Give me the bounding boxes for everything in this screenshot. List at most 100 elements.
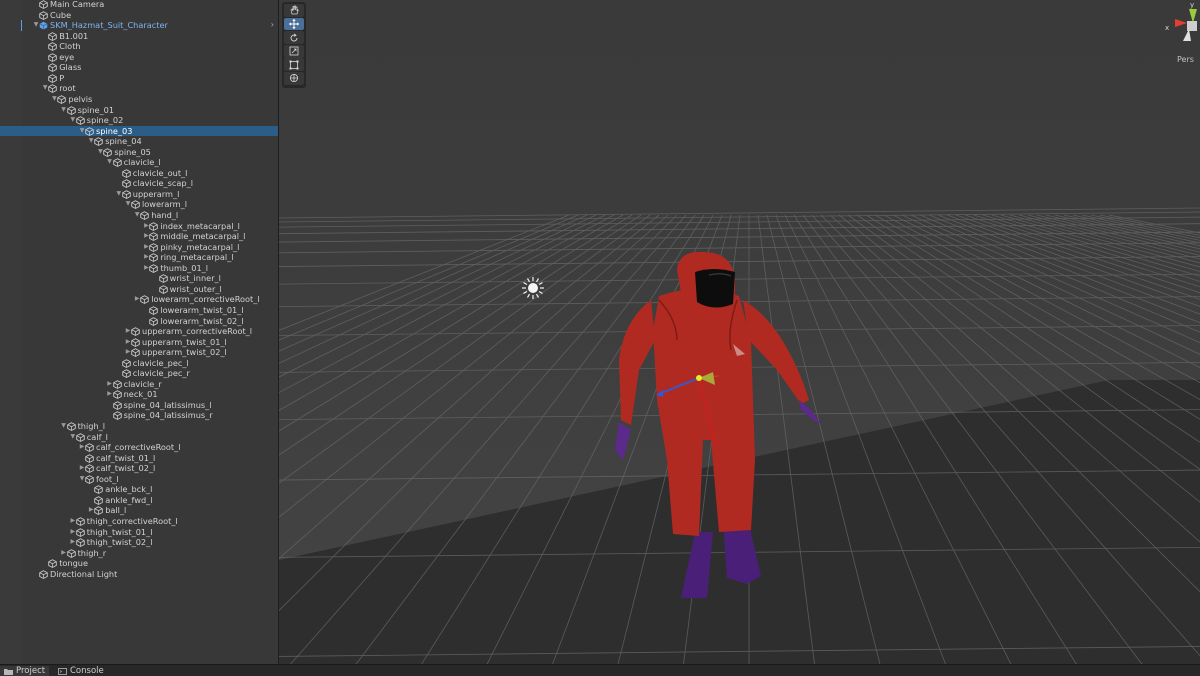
hierarchy-row[interactable]: wrist_inner_l (0, 273, 278, 284)
hierarchy-row[interactable]: ▶ upperarm_correctiveRoot_l (0, 326, 278, 337)
hierarchy-row[interactable]: Cloth (0, 41, 278, 52)
scale-tool-button[interactable] (284, 44, 304, 58)
gameobject-cube-icon (122, 358, 131, 368)
hierarchy-row[interactable]: clavicle_scap_l (0, 178, 278, 189)
hierarchy-row[interactable]: ▼ root (0, 83, 278, 94)
hierarchy-row[interactable]: ▶ neck_01 (0, 389, 278, 400)
hierarchy-row[interactable]: wrist_outer_l (0, 284, 278, 295)
gameobject-cube-icon (112, 158, 122, 168)
hierarchy-row[interactable]: ▶ thigh_correctiveRoot_l (0, 516, 278, 527)
hierarchy-row[interactable]: ▼ spine_05 (0, 147, 278, 158)
rect-tool-button[interactable] (284, 58, 304, 72)
hierarchy-row[interactable]: ▶ clavicle_r (0, 379, 278, 390)
tab-project-label: Project (16, 666, 46, 676)
rotate-tool-button[interactable] (284, 31, 304, 44)
hierarchy-row[interactable]: B1.001 (0, 31, 278, 42)
gameobject-cube-icon (103, 147, 113, 157)
tab-console[interactable]: Console (54, 666, 108, 676)
hierarchy-row[interactable]: ankle_bck_l (0, 484, 278, 495)
hierarchy-row[interactable]: ▼ spine_04 (0, 136, 278, 147)
hierarchy-row[interactable]: ▼ spine_02 (0, 115, 278, 126)
hierarchy-row[interactable]: ▶ thigh_twist_02_l (0, 537, 278, 548)
hierarchy-row[interactable]: ▼ SKM_Hazmat_Suit_Character › (0, 20, 278, 31)
gameobject-cube-icon (76, 527, 85, 537)
hierarchy-row[interactable]: Cube (0, 10, 278, 21)
hierarchy-row-label: spine_03 (96, 125, 133, 136)
hierarchy-row[interactable]: lowerarm_twist_01_l (0, 305, 278, 316)
hierarchy-row-label: P (59, 72, 65, 83)
hand-tool-button[interactable] (284, 4, 304, 17)
hierarchy-row[interactable]: ▼ spine_01 (0, 105, 278, 116)
hierarchy-row[interactable]: ▶ thigh_r (0, 548, 278, 559)
scene-canvas[interactable]: xy (279, 0, 1200, 664)
hierarchy-row[interactable]: tongue (0, 558, 278, 569)
hierarchy-row[interactable]: clavicle_pec_r (0, 368, 278, 379)
hierarchy-row[interactable]: ▶ middle_metacarpal_l (0, 231, 278, 242)
prefab-indicator (21, 20, 22, 31)
hierarchy-row[interactable]: spine_04_latissimus_r (0, 410, 278, 421)
rotate-icon (290, 33, 298, 41)
transform-tool-button[interactable] (284, 71, 304, 85)
hierarchy-row[interactable]: ▶ calf_correctiveRoot_l (0, 442, 278, 453)
hierarchy-row-label: Cube (50, 9, 72, 20)
hierarchy-row-label: Directional Light (50, 568, 118, 579)
gameobject-cube-icon (48, 559, 57, 569)
gameobject-cube-icon (158, 274, 168, 284)
hierarchy-row[interactable]: Main Camera (0, 0, 278, 10)
hierarchy-row[interactable]: ▶ upperarm_twist_01_l (0, 337, 278, 348)
hierarchy-row[interactable]: Directional Light (0, 569, 278, 580)
projection-label[interactable]: Pers (1177, 55, 1194, 64)
gameobject-cube-icon (57, 95, 67, 104)
open-prefab-chevron-icon[interactable]: › (271, 20, 274, 31)
hierarchy-row[interactable]: ▶ thigh_twist_01_l (0, 527, 278, 538)
hierarchy-row[interactable]: eye (0, 52, 278, 63)
hierarchy-row[interactable]: ▶ index_metacarpal_l (0, 221, 278, 232)
hierarchy-row-label: calf_twist_02_l (96, 463, 156, 474)
gameobject-cube-icon (85, 453, 94, 463)
hierarchy-row[interactable]: Glass (0, 62, 278, 73)
hierarchy-row-label: B1.001 (59, 30, 89, 41)
hierarchy-row[interactable]: clavicle_pec_l (0, 358, 278, 369)
hierarchy-row[interactable]: ▼ lowerarm_l (0, 199, 278, 210)
right-glove (799, 400, 821, 424)
hierarchy-row[interactable]: ▼ clavicle_l (0, 157, 278, 168)
hierarchy-row[interactable]: ▶ lowerarm_correctiveRoot_l (0, 294, 278, 305)
hierarchy-row[interactable]: ▼ hand_l (0, 210, 278, 221)
gameobject-cube-icon (149, 253, 159, 263)
hierarchy-row[interactable]: P (0, 73, 278, 84)
gizmo-center-cube (1187, 21, 1197, 31)
hierarchy-row[interactable]: ▼ pelvis (0, 94, 278, 105)
gameobject-cube-icon (48, 31, 57, 41)
hierarchy-row[interactable]: ▼ foot_l (0, 474, 278, 485)
hierarchy-row-label: calf_twist_01_l (96, 452, 156, 463)
gameobject-cube-icon (149, 264, 159, 273)
hierarchy-row[interactable]: clavicle_out_l (0, 168, 278, 179)
scene-view[interactable]: xy (279, 0, 1200, 664)
hierarchy-row[interactable]: ▼ thigh_l (0, 421, 278, 432)
gameobject-cube-icon (149, 232, 159, 242)
gameobject-cube-icon (112, 411, 122, 421)
hierarchy-row-label: ankle_fwd_l (105, 494, 153, 505)
hierarchy-row[interactable]: calf_twist_01_l (0, 453, 278, 464)
hierarchy-row[interactable]: ▶ ring_metacarpal_l (0, 252, 278, 263)
hierarchy-row[interactable]: ▼ calf_l (0, 432, 278, 443)
hierarchy-row[interactable]: lowerarm_twist_02_l (0, 316, 278, 327)
hierarchy-row-label: ball_l (105, 505, 127, 516)
hierarchy-row-label: wrist_outer_l (169, 283, 222, 294)
hierarchy-row[interactable]: ▶ pinky_metacarpal_l (0, 242, 278, 253)
move-tool-button[interactable] (284, 17, 304, 31)
hierarchy-row[interactable]: ▼ upperarm_l (0, 189, 278, 200)
gameobject-cube-icon (131, 348, 140, 358)
hierarchy-row[interactable]: spine_04_latissimus_l (0, 400, 278, 411)
hierarchy-row[interactable]: ankle_fwd_l (0, 495, 278, 506)
hierarchy-row-label: spine_05 (114, 146, 151, 157)
hierarchy-row[interactable]: ▶ thumb_01_l (0, 263, 278, 274)
hierarchy-row[interactable]: ▶ upperarm_twist_02_l (0, 347, 278, 358)
gizmo-x-label: x (1165, 24, 1169, 32)
gameobject-cube-icon (149, 316, 159, 326)
hierarchy-row[interactable]: ▶ ball_l (0, 505, 278, 516)
hierarchy-row-label: Cloth (59, 41, 81, 52)
hierarchy-row[interactable]: ▶ calf_twist_02_l (0, 463, 278, 474)
tab-project[interactable]: Project (0, 666, 50, 676)
hierarchy-row[interactable]: ▼ spine_03 (0, 125, 278, 137)
